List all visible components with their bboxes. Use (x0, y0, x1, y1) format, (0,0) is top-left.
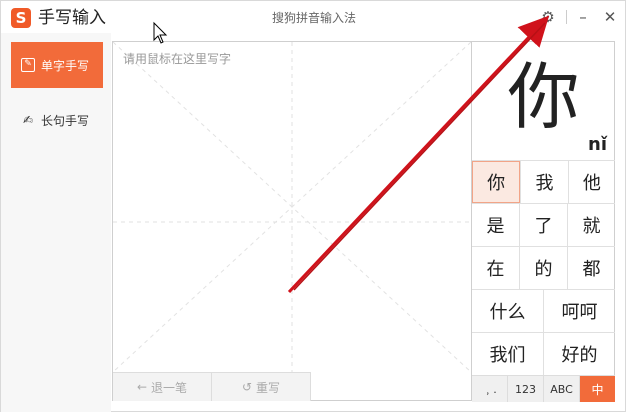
mode-chinese[interactable]: 中 (579, 376, 615, 402)
settings-button[interactable]: ⚙ (537, 7, 559, 27)
preview-character: 你 (507, 55, 580, 139)
candidate-grid: 你 我 他 是 了 就 在 的 都 什么 呵呵 我们 好的 (472, 160, 615, 375)
title-separator (566, 10, 567, 24)
candidate-cell[interactable]: 在 (472, 247, 519, 289)
gear-icon: ⚙ (541, 8, 555, 26)
candidate-cell[interactable]: 你 (472, 161, 521, 203)
candidate-row: 什么 呵呵 (472, 289, 615, 332)
candidate-cell[interactable]: 好的 (543, 333, 615, 375)
preview-pinyin: nǐ (588, 134, 607, 155)
arrow-left-icon: ← (136, 380, 148, 394)
preview-box: 你 nǐ (472, 42, 615, 160)
pad-hint: 请用鼠标在这里写字 (123, 52, 232, 66)
candidate-cell[interactable]: 是 (472, 204, 519, 246)
input-mode-bar: ﹐. 123 ABC 中 (472, 375, 615, 402)
candidate-cell[interactable]: 什么 (472, 290, 543, 332)
writing-pad[interactable]: 请用鼠标在这里写字 ← 退一笔 ↺ 重写 (112, 41, 472, 401)
close-button[interactable]: ✕ (599, 7, 621, 27)
pen-lines-icon: ✍ (22, 113, 34, 127)
candidate-cell[interactable]: 他 (567, 161, 615, 203)
minimize-icon: – (579, 8, 587, 26)
candidate-cell[interactable]: 都 (567, 247, 615, 289)
undo-stroke-label: 退一笔 (151, 380, 188, 395)
candidate-row: 在 的 都 (472, 246, 615, 289)
rewrite-label: 重写 (256, 380, 281, 395)
candidate-cell[interactable]: 就 (567, 204, 615, 246)
pad-guide-lines (113, 42, 471, 372)
candidate-cell[interactable]: 的 (519, 247, 567, 289)
candidate-row: 我们 好的 (472, 332, 615, 375)
sidebar: ✎ 单字手写 ✍ 长句手写 (1, 33, 111, 412)
pen-box-icon: ✎ (21, 58, 35, 72)
candidate-cell[interactable]: 我 (520, 161, 567, 203)
undo-stroke-button[interactable]: ← 退一笔 (113, 373, 212, 401)
candidate-row: 是 了 就 (472, 203, 615, 246)
pad-toolbar: ← 退一笔 ↺ 重写 (113, 372, 311, 401)
mode-numbers[interactable]: 123 (507, 376, 543, 402)
candidate-cell[interactable]: 呵呵 (543, 290, 615, 332)
title-bar[interactable]: S 手写输入 搜狗拼音输入法 ⚙ – ✕ (1, 1, 626, 33)
handwriting-window: S 手写输入 搜狗拼音输入法 ⚙ – ✕ ✎ 单字手写 ✍ 长句手写 请用鼠标在… (0, 0, 626, 412)
candidate-cell[interactable]: 了 (519, 204, 567, 246)
close-icon: ✕ (603, 8, 617, 26)
minimize-button[interactable]: – (572, 7, 594, 27)
rewrite-button[interactable]: ↺ 重写 (212, 373, 311, 401)
sidebar-item-single-char[interactable]: ✎ 单字手写 (11, 42, 103, 88)
sidebar-item-label: 单字手写 (41, 58, 90, 73)
candidate-cell[interactable]: 我们 (472, 333, 543, 375)
mode-letters[interactable]: ABC (543, 376, 579, 402)
candidate-panel: 你 nǐ 你 我 他 是 了 就 在 的 都 什么 呵呵 我们 好的 ﹐. 12… (472, 41, 615, 402)
mode-punctuation[interactable]: ﹐. (472, 376, 507, 402)
candidate-row: 你 我 他 (472, 160, 615, 203)
window-title: 搜狗拼音输入法 (271, 11, 356, 25)
sidebar-item-label: 长句手写 (41, 113, 90, 128)
sidebar-item-long-sentence[interactable]: ✍ 长句手写 (11, 97, 103, 143)
refresh-icon: ↺ (241, 380, 253, 394)
